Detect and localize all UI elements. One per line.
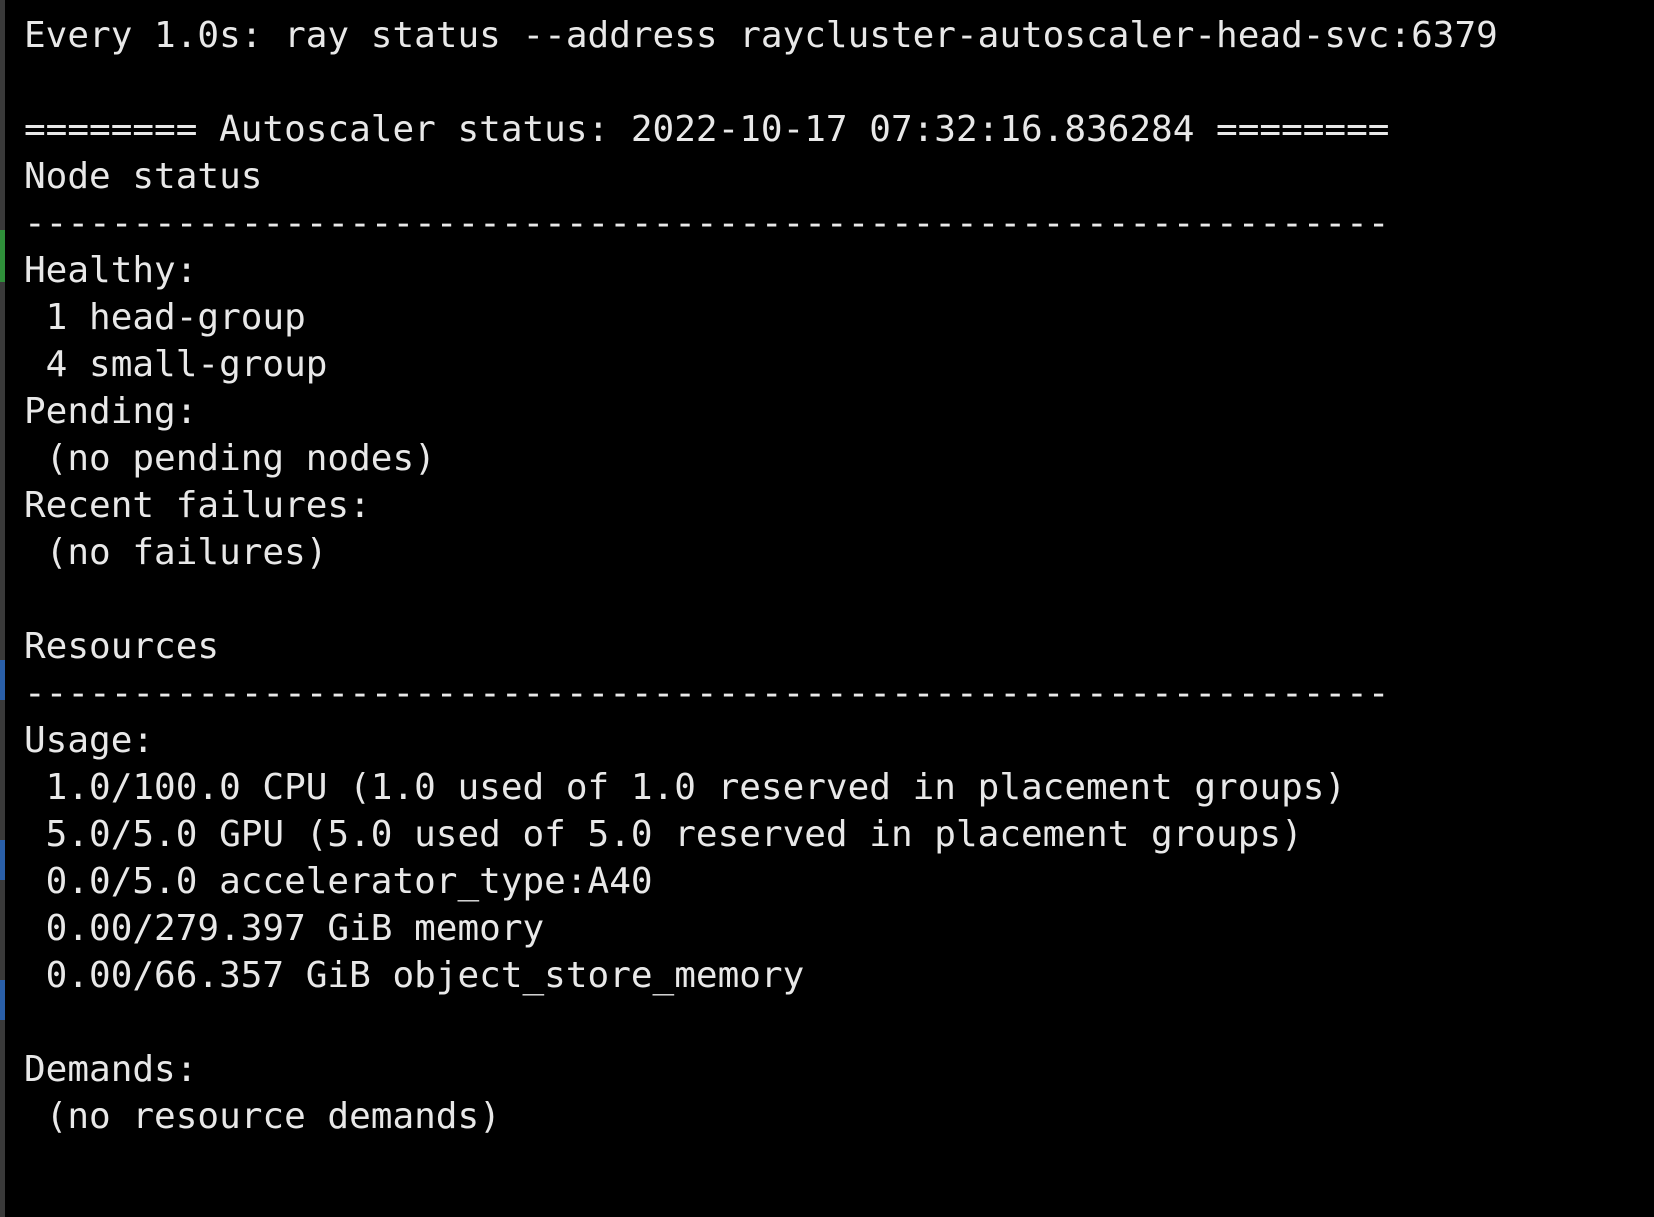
window-edge-strip [0,0,5,1217]
edge-mark-blue-3 [0,980,5,1020]
usage-cpu: 1.0/100.0 CPU (1.0 used of 1.0 reserved … [24,767,1347,808]
edge-mark-blue-2 [0,840,5,880]
pending-value: (no pending nodes) [24,438,436,479]
usage-heading: Usage: [24,720,155,761]
demands-heading: Demands: [24,1049,198,1090]
watch-header-line: Every 1.0s: ray status --address rayclus… [24,15,1498,56]
healthy-heading: Healthy: [24,250,198,291]
recent-failures-value: (no failures) [24,532,328,573]
demands-value: (no resource demands) [24,1096,501,1137]
node-status-heading: Node status [24,156,263,197]
recent-failures-heading: Recent failures: [24,485,371,526]
usage-gpu: 5.0/5.0 GPU (5.0 used of 5.0 reserved in… [24,814,1303,855]
healthy-small-group: 4 small-group [24,344,328,385]
usage-object-store-memory: 0.00/66.357 GiB object_store_memory [24,955,805,996]
edge-mark-green [0,230,5,282]
terminal-output: Every 1.0s: ray status --address rayclus… [24,12,1498,1140]
usage-accelerator: 0.0/5.0 accelerator_type:A40 [24,861,653,902]
edge-mark-blue [0,660,5,700]
usage-memory: 0.00/279.397 GiB memory [24,908,545,949]
pending-heading: Pending: [24,391,198,432]
separator-line: ----------------------------------------… [24,673,1390,714]
healthy-head-group: 1 head-group [24,297,306,338]
terminal-window[interactable]: Every 1.0s: ray status --address rayclus… [0,0,1654,1217]
autoscaler-status-banner: ======== Autoscaler status: 2022-10-17 0… [24,109,1390,150]
separator-line: ----------------------------------------… [24,203,1390,244]
resources-heading: Resources [24,626,220,667]
